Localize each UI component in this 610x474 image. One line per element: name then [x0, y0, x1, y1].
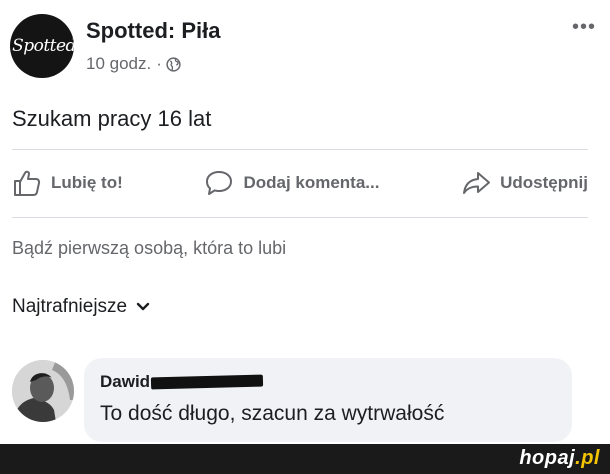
post-meta: 10 godz. · [86, 54, 181, 74]
watermark-logo: hopaj.pl [519, 447, 600, 470]
share-label: Udostępnij [500, 173, 588, 192]
comment-sort-dropdown[interactable]: Najtrafniejsze [12, 296, 150, 318]
page-avatar-logo-text: Spotted [12, 36, 74, 56]
globe-icon [166, 56, 181, 72]
watermark-main: hopaj [519, 447, 576, 469]
comment-bubble: Dawid To dość długo, szacun za wytrwałoś… [84, 358, 572, 442]
like-label: Lubię to! [51, 173, 123, 192]
page-avatar[interactable]: Spotted [10, 14, 74, 78]
speech-bubble-icon [206, 171, 233, 195]
sort-label: Najtrafniejsze [12, 296, 128, 317]
post-time[interactable]: 10 godz. [86, 54, 151, 74]
more-options-button[interactable]: ••• [572, 16, 596, 39]
likes-summary: Bądź pierwszą osobą, która to lubi [12, 238, 287, 258]
share-button[interactable]: Udostępnij [461, 169, 588, 197]
facebook-post: Spotted Spotted: Piła 10 godz. · ••• Szu… [0, 0, 610, 444]
share-arrow-icon [463, 172, 491, 194]
meta-separator: · [156, 54, 162, 73]
comment-author-name: Dawid [100, 372, 151, 391]
page-name-link[interactable]: Spotted: Piła [86, 18, 220, 44]
watermark-suffix: .pl [575, 447, 600, 469]
commenter-avatar[interactable] [12, 360, 74, 422]
watermark-bar: hopaj.pl [0, 444, 610, 474]
post-text: Szukam pracy 16 lat [12, 106, 212, 131]
comment-text: To dość długo, szacun za wytrwałość [100, 402, 445, 425]
divider-bottom [12, 217, 588, 218]
redacted-surname [150, 374, 264, 390]
post-actions-bar: Lubię to! Dodaj komenta... Udostępnij [12, 150, 588, 216]
thumbs-up-icon [14, 170, 41, 196]
commenter-photo [12, 360, 74, 422]
comment-button[interactable]: Dodaj komenta... [204, 169, 379, 197]
comment-author[interactable]: Dawid [100, 372, 264, 392]
chevron-down-icon [136, 302, 150, 311]
like-button[interactable]: Lubię to! [12, 169, 123, 197]
comment-label: Dodaj komenta... [243, 173, 380, 192]
